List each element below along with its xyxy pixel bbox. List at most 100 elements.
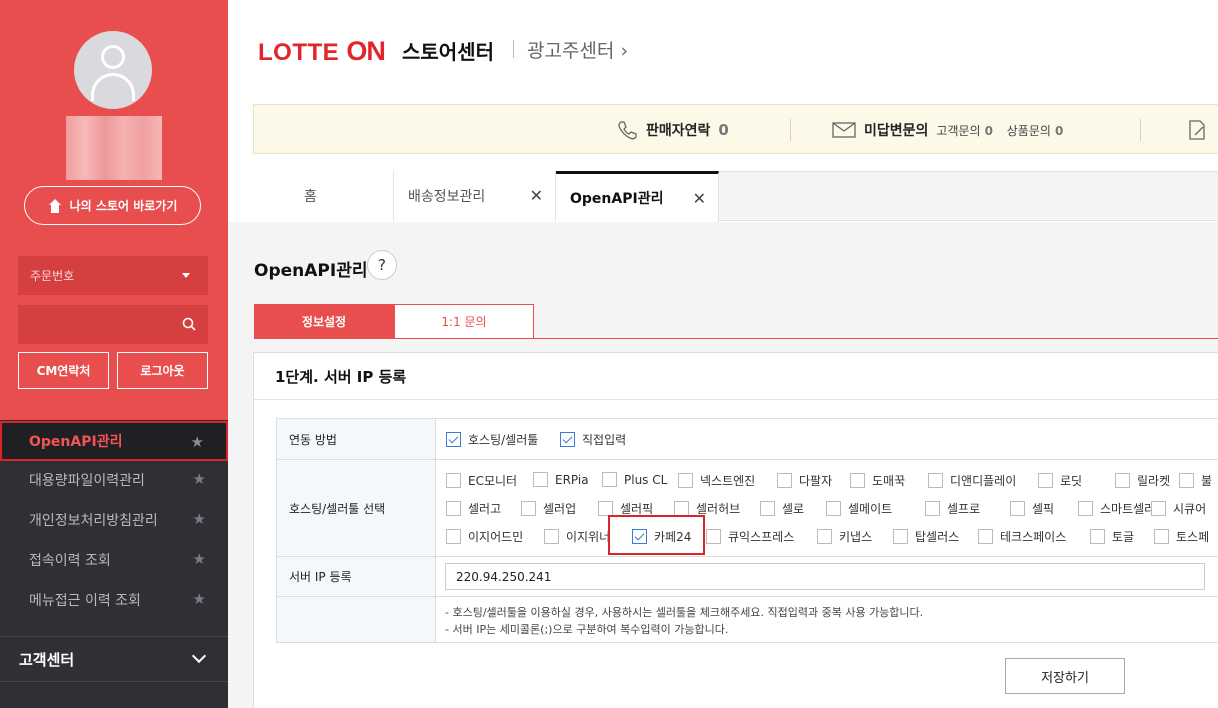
- seller-contact[interactable]: 판매자연락 0: [616, 105, 729, 155]
- checkbox[interactable]: [1151, 501, 1166, 516]
- go-to-my-store-button[interactable]: 나의 스토어 바로가기: [24, 186, 201, 225]
- tool-checkbox[interactable]: 키냅스: [817, 528, 872, 545]
- tool-checkbox[interactable]: 로딧: [1038, 472, 1082, 489]
- checkbox[interactable]: [817, 529, 832, 544]
- tool-checkbox[interactable]: 스마트셀러: [1078, 500, 1155, 517]
- checkbox[interactable]: [533, 472, 548, 487]
- tool-checkbox[interactable]: 불: [1179, 472, 1212, 489]
- tool-checkbox[interactable]: 테크스페이스: [978, 528, 1066, 545]
- tool-checkbox[interactable]: 이지어드민: [446, 528, 523, 545]
- logout-button[interactable]: 로그아웃: [117, 352, 208, 389]
- sidebar-item-menu-access-history[interactable]: 메뉴접근 이력 조회 ★: [0, 580, 228, 620]
- tool-label: 큐익스프레스: [728, 530, 795, 544]
- checkbox[interactable]: [706, 529, 721, 544]
- close-icon[interactable]: ✕: [693, 189, 706, 208]
- unanswered-inquiries[interactable]: 미답변문의 고객문의 0 상품문의 0: [832, 105, 1073, 155]
- sidebar-search-input[interactable]: [18, 305, 208, 344]
- checkbox-direct-input[interactable]: 직접입력: [560, 431, 626, 448]
- checkbox[interactable]: [602, 472, 617, 487]
- tool-checkbox[interactable]: 셀러업: [521, 500, 576, 517]
- tool-label: 로딧: [1060, 474, 1083, 488]
- sidebar-item-bulk-file-history[interactable]: 대용량파일이력관리 ★: [0, 460, 228, 500]
- tool-checkbox[interactable]: 시큐어: [1151, 500, 1206, 517]
- checkbox[interactable]: [850, 473, 865, 488]
- checkbox[interactable]: [1010, 501, 1025, 516]
- tool-checkbox[interactable]: 토스페: [1154, 528, 1209, 545]
- document-edit-icon[interactable]: [1186, 119, 1208, 141]
- checkbox[interactable]: [678, 473, 693, 488]
- checkbox[interactable]: [446, 473, 461, 488]
- tab-one-to-one-inquiry[interactable]: 1:1 문의: [394, 304, 534, 339]
- tool-label: 셀프로: [947, 502, 981, 516]
- checkbox[interactable]: [446, 529, 461, 544]
- tool-checkbox[interactable]: EC모니터: [446, 472, 517, 489]
- tool-label: 셀로: [782, 502, 805, 516]
- star-icon[interactable]: ★: [193, 550, 206, 568]
- server-ip-input[interactable]: 220.94.250.241: [445, 563, 1205, 590]
- checkbox[interactable]: [1115, 473, 1130, 488]
- checkbox[interactable]: [1154, 529, 1169, 544]
- tool-checkbox[interactable]: 셀메이트: [826, 500, 892, 517]
- tool-label: 셀픽: [1032, 502, 1055, 516]
- tab-info-settings[interactable]: 정보설정: [254, 304, 394, 339]
- notice-bar: 판매자연락 0 미답변문의 고객문의 0 상품문의 0: [253, 104, 1218, 154]
- star-icon[interactable]: ★: [193, 590, 206, 608]
- checkbox-checked[interactable]: [446, 432, 461, 447]
- tool-checkbox[interactable]: 토글: [1090, 528, 1134, 545]
- customer-center-menu[interactable]: 고객센터: [0, 636, 228, 682]
- tool-checkbox[interactable]: 다팔자: [777, 472, 832, 489]
- tab-home[interactable]: 홈: [228, 171, 394, 221]
- checkbox[interactable]: [446, 501, 461, 516]
- checkbox[interactable]: [1078, 501, 1093, 516]
- tab-openapi[interactable]: OpenAPI관리 ✕: [556, 171, 719, 222]
- close-icon[interactable]: ✕: [530, 186, 543, 205]
- tool-checkbox[interactable]: 셀러고: [446, 500, 501, 517]
- tool-checkbox[interactable]: 넥스트엔진: [678, 472, 755, 489]
- cm-contact-button[interactable]: CM연락처: [18, 352, 109, 389]
- checkbox[interactable]: [777, 473, 792, 488]
- tool-checkbox[interactable]: 탑셀러스: [893, 528, 959, 545]
- tool-checkbox[interactable]: ERPia: [533, 472, 589, 487]
- lotteon-logo[interactable]: LOTTE ON: [258, 36, 386, 67]
- star-icon[interactable]: ★: [191, 433, 204, 451]
- phone-icon: [618, 121, 637, 140]
- tool-checkbox[interactable]: 셀픽: [1010, 500, 1054, 517]
- checkbox-hosting-sellertool[interactable]: 호스팅/셀러툴: [446, 431, 538, 448]
- search-icon[interactable]: [182, 317, 196, 331]
- tool-checkbox[interactable]: 큐익스프레스: [706, 528, 794, 545]
- tool-checkbox[interactable]: 디앤디플레이: [928, 472, 1016, 489]
- checkbox[interactable]: [1038, 473, 1053, 488]
- star-icon[interactable]: ★: [193, 470, 206, 488]
- checkbox[interactable]: [760, 501, 775, 516]
- star-icon[interactable]: ★: [193, 510, 206, 528]
- tool-checkbox[interactable]: Plus CL: [602, 472, 667, 487]
- tool-checkbox[interactable]: 도매꾹: [850, 472, 905, 489]
- help-button[interactable]: ?: [367, 250, 397, 280]
- tool-label: 테크스페이스: [1000, 530, 1067, 544]
- checkbox[interactable]: [978, 529, 993, 544]
- checkbox[interactable]: [544, 529, 559, 544]
- checkbox[interactable]: [1179, 473, 1194, 488]
- sidebar-item-access-history[interactable]: 접속이력 조회 ★: [0, 540, 228, 580]
- checkbox[interactable]: [1090, 529, 1105, 544]
- checkbox[interactable]: [674, 501, 689, 516]
- ad-center-link[interactable]: 광고주센터 ›: [527, 36, 628, 63]
- tool-checkbox[interactable]: 셀로: [760, 500, 804, 517]
- checkbox[interactable]: [893, 529, 908, 544]
- sidebar-item-privacy-policy[interactable]: 개인정보처리방침관리 ★: [0, 500, 228, 540]
- tool-checkbox[interactable]: 셀프로: [925, 500, 980, 517]
- checkbox[interactable]: [925, 501, 940, 516]
- tool-label: 셀러업: [543, 502, 577, 516]
- sidebar-item-openapi[interactable]: OpenAPI관리 ★: [0, 421, 228, 461]
- checkbox[interactable]: [521, 501, 536, 516]
- order-number-select[interactable]: 주문번호: [18, 256, 208, 295]
- checkbox[interactable]: [598, 501, 613, 516]
- tool-checkbox[interactable]: 이지위너: [544, 528, 610, 545]
- store-center-title: 스토어센터: [402, 40, 494, 64]
- tab-shipping-info[interactable]: 배송정보관리 ✕: [394, 171, 556, 221]
- tool-checkbox[interactable]: 릴라켓: [1115, 472, 1170, 489]
- checkbox[interactable]: [928, 473, 943, 488]
- save-button[interactable]: 저장하기: [1005, 658, 1125, 694]
- checkbox-checked[interactable]: [560, 432, 575, 447]
- checkbox[interactable]: [826, 501, 841, 516]
